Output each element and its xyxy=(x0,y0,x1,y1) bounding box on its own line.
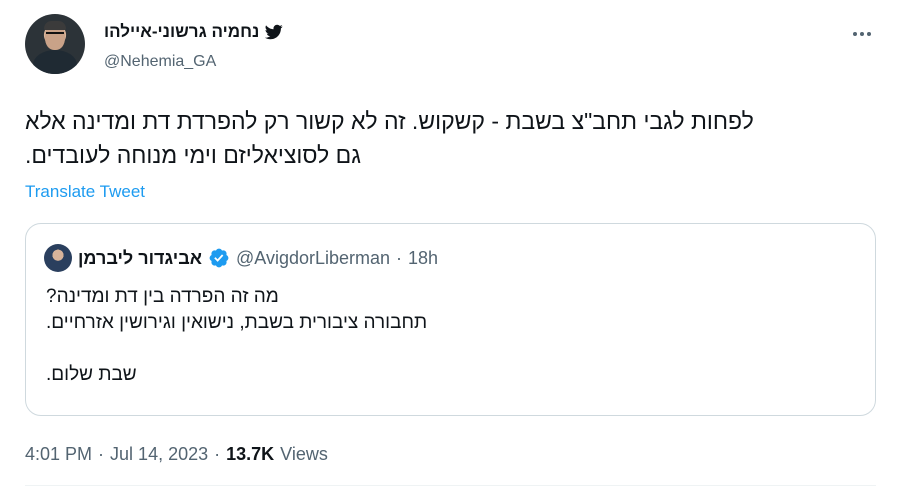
quoted-author-display-name[interactable]: אביגדור ליברמן xyxy=(78,248,202,269)
author-display-name[interactable]: נחמיה גרשוני-איילהו xyxy=(104,22,259,42)
meta-separator: · xyxy=(396,247,403,268)
quoted-text-line: מה זה הפרדה בין דת ומדינה? xyxy=(46,286,279,307)
divider xyxy=(25,485,876,486)
quoted-tweet-card[interactable]: אביגדור ליברמן @AvigdorLiberman · 18h מה… xyxy=(25,223,876,416)
tweet-date[interactable]: Jul 14, 2023 xyxy=(110,444,208,465)
tweet-text: לפחות לגבי תחב"צ בשבת - קשקוש. זה לא קשו… xyxy=(25,104,876,172)
author-avatar[interactable] xyxy=(25,14,85,74)
quoted-tweet-header: אביגדור ליברמן @AvigdorLiberman · 18h xyxy=(44,244,438,272)
verified-badge-icon xyxy=(209,248,229,268)
footer-separator: · xyxy=(214,444,221,464)
author-handle[interactable]: @Nehemia_GA xyxy=(104,53,216,71)
quoted-author-handle[interactable]: @AvigdorLiberman xyxy=(236,248,390,269)
tweet-text-line: גם לסוציאליזם וימי מנוחה לעובדים. xyxy=(25,142,361,168)
quoted-text-line: תחבורה ציבורית בשבת, נישואין וגירושין אז… xyxy=(46,312,428,333)
tweet-header: נחמיה גרשוני-איילהו @Nehemia_GA xyxy=(25,14,875,78)
views-label: Views xyxy=(280,444,328,464)
quoted-tweet-age[interactable]: 18h xyxy=(408,248,438,269)
tweet-text-line: לפחות לגבי תחב"צ בשבת - קשקוש. זה לא קשו… xyxy=(25,108,754,134)
more-options-button[interactable] xyxy=(849,24,875,44)
more-horizontal-icon xyxy=(853,32,857,36)
translate-tweet-link[interactable]: Translate Tweet xyxy=(25,182,145,202)
quoted-text-line xyxy=(46,336,858,362)
quoted-text-line: שבת שלום. xyxy=(46,364,137,385)
author-name-row[interactable]: נחמיה גרשוני-איילהו xyxy=(104,20,284,44)
quoted-tweet-text: מה זה הפרדה בין דת ומדינה? תחבורה ציבורי… xyxy=(46,284,858,388)
tweet-time[interactable]: 4:01 PM xyxy=(25,444,92,465)
tweet-footer: 4:01 PM · Jul 14, 2023 · 13.7K Views xyxy=(25,444,328,465)
twitter-bird-icon xyxy=(265,24,284,40)
footer-separator: · xyxy=(98,444,105,464)
views-count[interactable]: 13.7K xyxy=(226,444,274,465)
quoted-author-avatar[interactable] xyxy=(44,244,72,272)
